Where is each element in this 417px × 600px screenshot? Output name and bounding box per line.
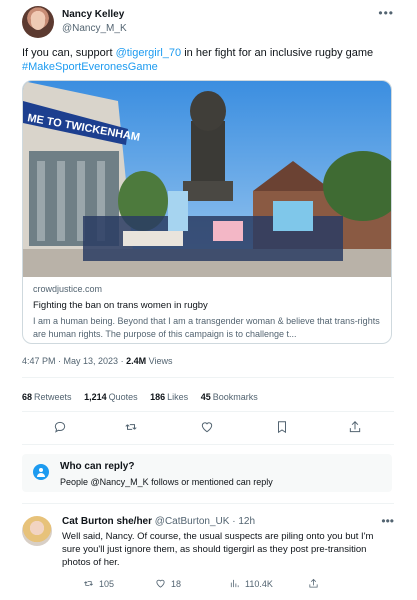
person-icon — [33, 464, 49, 480]
stat-likes[interactable]: 186 Likes — [150, 392, 188, 402]
reply-icon[interactable] — [53, 420, 69, 436]
stat-bookmarks[interactable]: 45 Bookmarks — [201, 392, 258, 402]
tweet-text: If you can, support @tigergirl_70 in her… — [22, 46, 394, 74]
divider — [22, 503, 394, 504]
card-domain: crowdjustice.com — [33, 284, 103, 294]
reply-retweet-button[interactable]: 105 — [83, 578, 114, 589]
action-bar — [22, 420, 394, 440]
views-count: 2.4M — [126, 356, 147, 366]
reply-header: Cat Burton she/her @CatBurton_UK · 12h — [62, 516, 256, 527]
hashtag-link[interactable]: #MakeSportEveronesGame — [22, 61, 158, 73]
engagement-stats: 68 Retweets 1,214 Quotes 186 Likes 45 Bookma… — [22, 392, 268, 402]
like-icon — [156, 579, 165, 588]
link-card[interactable]: ME TO TWICKENHAM crowdjustice.com Fighti… — [22, 80, 392, 344]
tweet-header: Nancy Kelley @Nancy_M_K ••• — [22, 6, 394, 42]
reply-views-button[interactable]: 110.4K — [229, 578, 273, 589]
author-name[interactable]: Nancy Kelley — [62, 9, 124, 20]
reply-like-count: 18 — [171, 578, 182, 589]
retweet-icon[interactable] — [124, 420, 140, 436]
reply-author-name[interactable]: Cat Burton she/her — [62, 516, 152, 527]
reply-time[interactable]: 12h — [238, 516, 255, 527]
divider — [22, 444, 394, 445]
reply-author-avatar[interactable] — [22, 516, 52, 546]
share-icon — [309, 578, 318, 588]
share-icon[interactable] — [348, 420, 364, 436]
tweet-time[interactable]: 4:47 PM — [22, 356, 56, 366]
reply-share-button[interactable] — [308, 578, 319, 589]
card-image[interactable]: ME TO TWICKENHAM — [23, 81, 392, 277]
like-icon[interactable] — [200, 420, 216, 436]
tweet-text-after: in her fight for an inclusive rugby game — [181, 47, 374, 59]
more-dots-icon[interactable]: ••• — [378, 6, 394, 20]
who-can-reply-box: Who can reply? People @Nancy_M_K follows… — [22, 454, 392, 492]
who-can-reply-title: Who can reply? — [60, 461, 135, 472]
divider — [22, 377, 394, 378]
reply-views-count: 110.4K — [245, 578, 273, 589]
stat-retweets[interactable]: 68 Retweets — [22, 392, 72, 402]
bookmark-icon[interactable] — [275, 420, 291, 436]
reply-tweet[interactable]: Cat Burton she/her @CatBurton_UK · 12h •… — [22, 514, 394, 598]
retweet-icon — [84, 581, 93, 586]
divider — [22, 411, 394, 412]
tweet-text-before: If you can, support — [22, 47, 116, 59]
tweet-meta: 4:47 PM · May 13, 2023 · 2.4M Views — [22, 356, 173, 366]
reply-text: Well said, Nancy. Of course, the usual s… — [62, 531, 374, 568]
more-dots-icon[interactable]: ••• — [381, 514, 394, 528]
tweet-date[interactable]: May 13, 2023 — [64, 356, 119, 366]
views-label: Views — [148, 356, 173, 366]
card-description: I am a human being. Beyond that I am a t… — [33, 316, 380, 339]
author-handle[interactable]: @Nancy_M_K — [62, 23, 127, 34]
who-can-reply-subtitle: People @Nancy_M_K follows or mentioned c… — [60, 477, 273, 487]
reply-author-handle[interactable]: @CatBurton_UK — [155, 516, 230, 527]
views-icon — [230, 579, 239, 588]
reply-action-bar: 105 18 110.4K — [62, 578, 382, 592]
reply-like-button[interactable]: 18 — [155, 578, 181, 589]
stat-quotes[interactable]: 1,214 Quotes — [84, 392, 138, 402]
author-avatar[interactable] — [22, 6, 54, 38]
reply-retweet-count: 105 — [99, 578, 115, 589]
card-title: Fighting the ban on trans women in rugby — [33, 300, 208, 311]
mention-link[interactable]: @tigergirl_70 — [116, 47, 182, 59]
